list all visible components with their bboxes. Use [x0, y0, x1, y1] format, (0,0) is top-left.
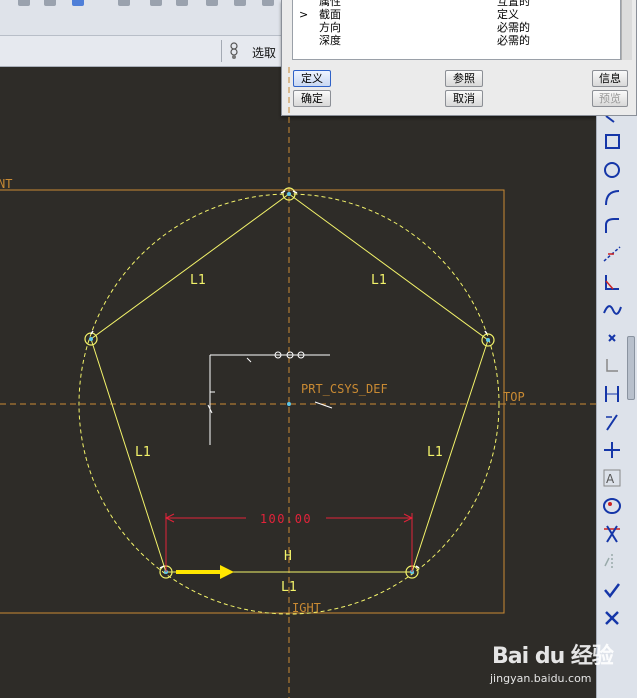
toolbar-button[interactable] [262, 0, 274, 6]
element-status: 必需的 [497, 21, 530, 34]
horizontal-constraint: H [284, 549, 292, 564]
toolbar-button[interactable] [72, 0, 84, 6]
csys-glyph [207, 351, 333, 445]
direction-arrow-head [220, 565, 234, 579]
datum-plane-frame [0, 189, 505, 614]
list-item[interactable]: 深度 必需的 [293, 34, 613, 48]
datum-front-label: NT [0, 177, 12, 191]
list-scrollbar[interactable] [621, 0, 632, 60]
selection-filter-icon[interactable] [229, 42, 239, 60]
equal-length-constraint: L1 [281, 580, 297, 595]
dimension-icon[interactable] [600, 383, 624, 405]
point-icon[interactable] [600, 327, 624, 349]
toolbar-button[interactable] [18, 0, 30, 6]
element-status: 必需的 [497, 34, 530, 47]
select-label[interactable]: 选取 [252, 44, 276, 61]
list-item[interactable]: 方向 必需的 [293, 21, 613, 35]
constraint-icon[interactable] [600, 439, 624, 461]
trim-icon[interactable] [600, 523, 624, 545]
coordinate-system-icon[interactable] [600, 355, 624, 377]
top-toolbar [0, 0, 282, 36]
sketch-toolbar: A [596, 116, 637, 698]
element-name: 截面 [319, 8, 341, 21]
select-bar: 选取 [0, 36, 282, 67]
watermark-url: jingyan.baidu.com [490, 672, 592, 685]
list-item[interactable]: > 截面 定义 [293, 8, 613, 22]
element-name: 方向 [319, 21, 341, 34]
text-icon[interactable]: A [600, 467, 624, 489]
datum-right-label: IGHT [292, 601, 321, 615]
csys-label: PRT_CSYS_DEF [301, 382, 388, 396]
equal-length-constraint: L1 [135, 445, 151, 460]
datum-top-label: TOP [503, 390, 525, 404]
cancel-x-icon[interactable] [600, 607, 624, 629]
arc-icon[interactable] [600, 187, 624, 209]
spline-icon[interactable] [600, 299, 624, 321]
chamfer-icon[interactable] [600, 271, 624, 293]
baidu-watermark: Bai du 经验 jingyan.baidu.com [486, 628, 636, 698]
toolbar-button[interactable] [234, 0, 246, 6]
watermark-brand: Bai du 经验 [492, 644, 614, 669]
sketch-drawing[interactable]: 100.00 L1 L1 L1 L1 L1 H PRT_CSYS_DEF TOP… [0, 67, 596, 698]
toolbar-button[interactable] [44, 0, 56, 6]
svg-text:A: A [606, 472, 615, 486]
mirror-icon[interactable] [600, 551, 624, 573]
toolbar-scroll-grip[interactable] [627, 336, 635, 400]
element-status: 定义 [497, 8, 519, 21]
fillet-icon[interactable] [600, 215, 624, 237]
dimension-value: 100.00 [260, 512, 312, 526]
element-list: 属性 互置的 > 截面 定义 方向 必需的 深度 必需的 [292, 0, 621, 60]
element-name: 深度 [319, 34, 341, 47]
rectangle-icon[interactable] [600, 131, 624, 153]
center-point [287, 402, 291, 406]
separator [221, 40, 222, 62]
sketch-canvas[interactable]: 100.00 L1 L1 L1 L1 L1 H PRT_CSYS_DEF TOP… [0, 67, 596, 698]
centerline-icon[interactable] [600, 243, 624, 265]
palette-icon[interactable] [600, 495, 624, 517]
preview-button[interactable]: 预览 [592, 90, 628, 107]
accept-check-icon[interactable] [600, 579, 624, 601]
toolbar-button[interactable] [206, 0, 218, 6]
toolbar-button[interactable] [176, 0, 188, 6]
equal-length-constraint: L1 [371, 273, 387, 288]
circle-icon[interactable] [600, 159, 624, 181]
modify-icon[interactable] [600, 411, 624, 433]
toolbar-button[interactable] [118, 0, 130, 6]
equal-length-constraint: L1 [190, 273, 206, 288]
equal-length-constraint: L1 [427, 445, 443, 460]
info-button[interactable]: 信息 [592, 70, 628, 87]
toolbar-button[interactable] [150, 0, 162, 6]
current-element-arrow-icon: > [299, 8, 309, 21]
